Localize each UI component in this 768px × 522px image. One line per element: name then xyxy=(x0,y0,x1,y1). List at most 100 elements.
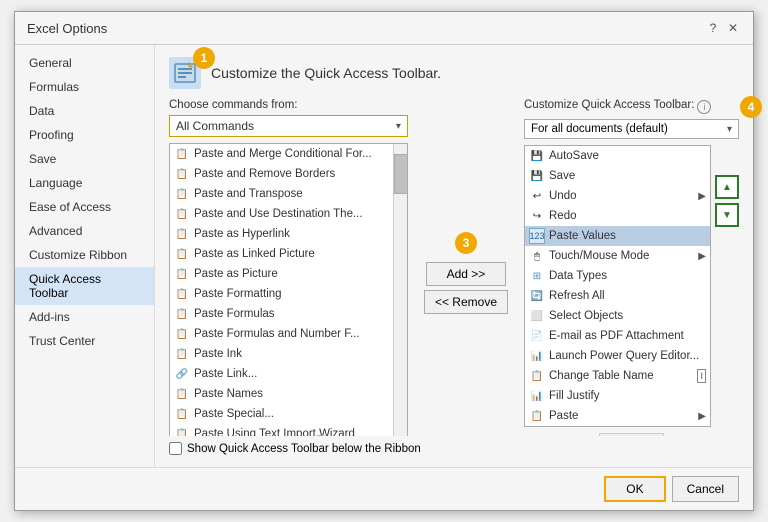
sidebar-item-general[interactable]: General xyxy=(15,51,154,75)
sidebar-item-save[interactable]: Save xyxy=(15,147,154,171)
link-icon: 🔗 xyxy=(174,366,190,382)
power-query-item[interactable]: 📊 Launch Power Query Editor... xyxy=(525,346,710,366)
paste-icon: 📋 xyxy=(174,346,190,362)
list-item[interactable]: 📋 Paste Formulas and Number F... xyxy=(170,324,407,344)
list-item[interactable]: 📋 Paste Using Text Import Wizard xyxy=(170,424,407,436)
badge-1: 1 xyxy=(193,47,215,69)
save-item[interactable]: 💾 Save xyxy=(525,166,710,186)
autosave-item[interactable]: 💾 AutoSave xyxy=(525,146,710,166)
email-icon: 📄 xyxy=(529,328,545,344)
list-item[interactable]: 📋 Paste Special... xyxy=(170,404,407,424)
fill-justify-icon: 📊 xyxy=(529,388,545,404)
fill-justify-item[interactable]: 📊 Fill Justify xyxy=(525,386,710,406)
touch-mouse-icon: 🖱 xyxy=(529,248,545,264)
undo-item[interactable]: ↩ Undo ▶ xyxy=(525,186,710,206)
paste-icon: 📋 xyxy=(174,246,190,262)
right-panel: Customize Quick Access Toolbar: i For al… xyxy=(524,99,739,436)
sidebar-item-proofing[interactable]: Proofing xyxy=(15,123,154,147)
info-icon[interactable]: i xyxy=(697,100,711,114)
section-title: Customize the Quick Access Toolbar. xyxy=(211,65,441,81)
list-item[interactable]: 📋 Paste Formatting xyxy=(170,284,407,304)
list-item[interactable]: 📋 Paste Ink xyxy=(170,344,407,364)
title-controls: ? ✕ xyxy=(705,20,741,36)
data-types-item[interactable]: ⊞ Data Types xyxy=(525,266,710,286)
list-item[interactable]: 📋 Paste and Transpose xyxy=(170,184,407,204)
power-query-icon: 📊 xyxy=(529,348,545,364)
sidebar-item-language[interactable]: Language xyxy=(15,171,154,195)
table-name-icon: 📋 xyxy=(529,368,545,384)
paste-icon: 📋 xyxy=(174,146,190,162)
customize-label: Customize Quick Access Toolbar: xyxy=(524,99,694,111)
redo-item[interactable]: ↪ Redo xyxy=(525,206,710,226)
paste-right-icon: 📋 xyxy=(529,408,545,424)
help-button[interactable]: ? xyxy=(705,20,721,36)
table-badge: I xyxy=(697,369,706,383)
move-down-button[interactable]: ▼ xyxy=(715,203,739,227)
list-item[interactable]: 📋 Paste as Linked Picture xyxy=(170,244,407,264)
scrollbar[interactable] xyxy=(393,144,407,436)
paste-icon: 📋 xyxy=(174,386,190,402)
sidebar-item-trust-center[interactable]: Trust Center xyxy=(15,329,154,353)
sidebar: GeneralFormulasDataProofingSaveLanguageE… xyxy=(15,45,155,467)
main-content: 1 Customize the Quick Access Toolbar. Ch… xyxy=(155,45,753,467)
sidebar-item-add-ins[interactable]: Add-ins xyxy=(15,305,154,329)
paste-right-item[interactable]: 📋 Paste ▶ xyxy=(525,406,710,426)
list-item[interactable]: 📋 Paste Formulas xyxy=(170,304,407,324)
list-item[interactable]: 📋 Paste and Merge Conditional For... xyxy=(170,144,407,164)
commands-dropdown[interactable]: All Commands ▾ xyxy=(169,115,408,137)
email-pdf-item[interactable]: 📄 E-mail as PDF Attachment xyxy=(525,326,710,346)
change-table-name-item[interactable]: 📋 Change Table Name I xyxy=(525,366,710,386)
ok-button[interactable]: OK xyxy=(604,476,665,502)
cancel-button[interactable]: Cancel xyxy=(672,476,739,502)
list-item[interactable]: 📋 Paste and Use Destination The... xyxy=(170,204,407,224)
paste-values-right-item[interactable]: 123 Paste Values xyxy=(525,226,710,246)
list-item[interactable]: 🔗 Paste Link... xyxy=(170,364,407,384)
sidebar-item-ease-of-access[interactable]: Ease of Access xyxy=(15,195,154,219)
list-item[interactable]: 📋 Paste as Picture xyxy=(170,264,407,284)
show-toolbar-checkbox-row: Show Quick Access Toolbar below the Ribb… xyxy=(169,442,739,455)
sidebar-item-data[interactable]: Data xyxy=(15,99,154,123)
move-up-button[interactable]: ▲ xyxy=(715,175,739,199)
sidebar-item-advanced[interactable]: Advanced xyxy=(15,219,154,243)
refresh-all-item[interactable]: 🔄 Refresh All xyxy=(525,286,710,306)
paste-icon: 📋 xyxy=(174,326,190,342)
excel-options-dialog: Excel Options ? ✕ GeneralFormulasDataPro… xyxy=(14,11,754,511)
commands-list[interactable]: 📋 Paste and Merge Conditional For... 📋 P… xyxy=(169,143,408,436)
remove-button[interactable]: << Remove xyxy=(424,290,508,314)
for-all-dropdown[interactable]: For all documents (default) ▾ xyxy=(524,119,739,139)
select-objects-item[interactable]: ⬜ Select Objects xyxy=(525,306,710,326)
paste-icon: 📋 xyxy=(174,266,190,282)
sidebar-item-quick-access-toolbar[interactable]: Quick Access Toolbar xyxy=(15,267,154,305)
paste-icon: 📋 xyxy=(174,206,190,222)
modify-button[interactable]: Modify... xyxy=(599,433,664,436)
paste-icon: 📋 xyxy=(174,426,190,436)
paste-icon: 📋 xyxy=(174,166,190,182)
add-button[interactable]: Add >> xyxy=(426,262,506,286)
paste-icon: 📋 xyxy=(174,226,190,242)
sidebar-item-formulas[interactable]: Formulas xyxy=(15,75,154,99)
up-down-buttons: 4 ▲ ▼ xyxy=(715,145,739,427)
touch-mouse-item[interactable]: 🖱 Touch/Mouse Mode ▶ xyxy=(525,246,710,266)
select-objects-icon: ⬜ xyxy=(529,308,545,324)
sidebar-item-customize-ribbon[interactable]: Customize Ribbon xyxy=(15,243,154,267)
dialog-footer: OK Cancel xyxy=(15,467,753,510)
right-list-area: 💾 AutoSave 💾 Save ↩ Undo ▶ xyxy=(524,145,739,427)
close-button[interactable]: ✕ xyxy=(725,20,741,36)
dropdown-arrow-icon: ▾ xyxy=(396,121,401,132)
scroll-thumb[interactable] xyxy=(394,154,408,194)
list-item[interactable]: 📋 Paste and Remove Borders xyxy=(170,164,407,184)
paste-arrow-icon: ▶ xyxy=(698,411,706,422)
badge-3: 3 xyxy=(455,232,477,254)
paste-values-right-icon: 123 xyxy=(529,228,545,244)
list-item[interactable]: 📋 Paste Names xyxy=(170,384,407,404)
middle-buttons: 3 Add >> << Remove xyxy=(418,99,514,436)
choose-label: Choose commands from: xyxy=(169,99,408,111)
show-toolbar-checkbox[interactable] xyxy=(169,442,182,455)
bottom-area: Show Quick Access Toolbar below the Ribb… xyxy=(169,442,739,455)
autosave-icon: 💾 xyxy=(529,148,545,164)
list-item[interactable]: 📋 Paste as Hyperlink xyxy=(170,224,407,244)
right-dropdown-arrow-icon: ▾ xyxy=(727,124,732,135)
right-commands-list[interactable]: 💾 AutoSave 💾 Save ↩ Undo ▶ xyxy=(524,145,711,427)
show-toolbar-label: Show Quick Access Toolbar below the Ribb… xyxy=(187,443,421,455)
undo-arrow-icon: ▶ xyxy=(698,191,706,202)
